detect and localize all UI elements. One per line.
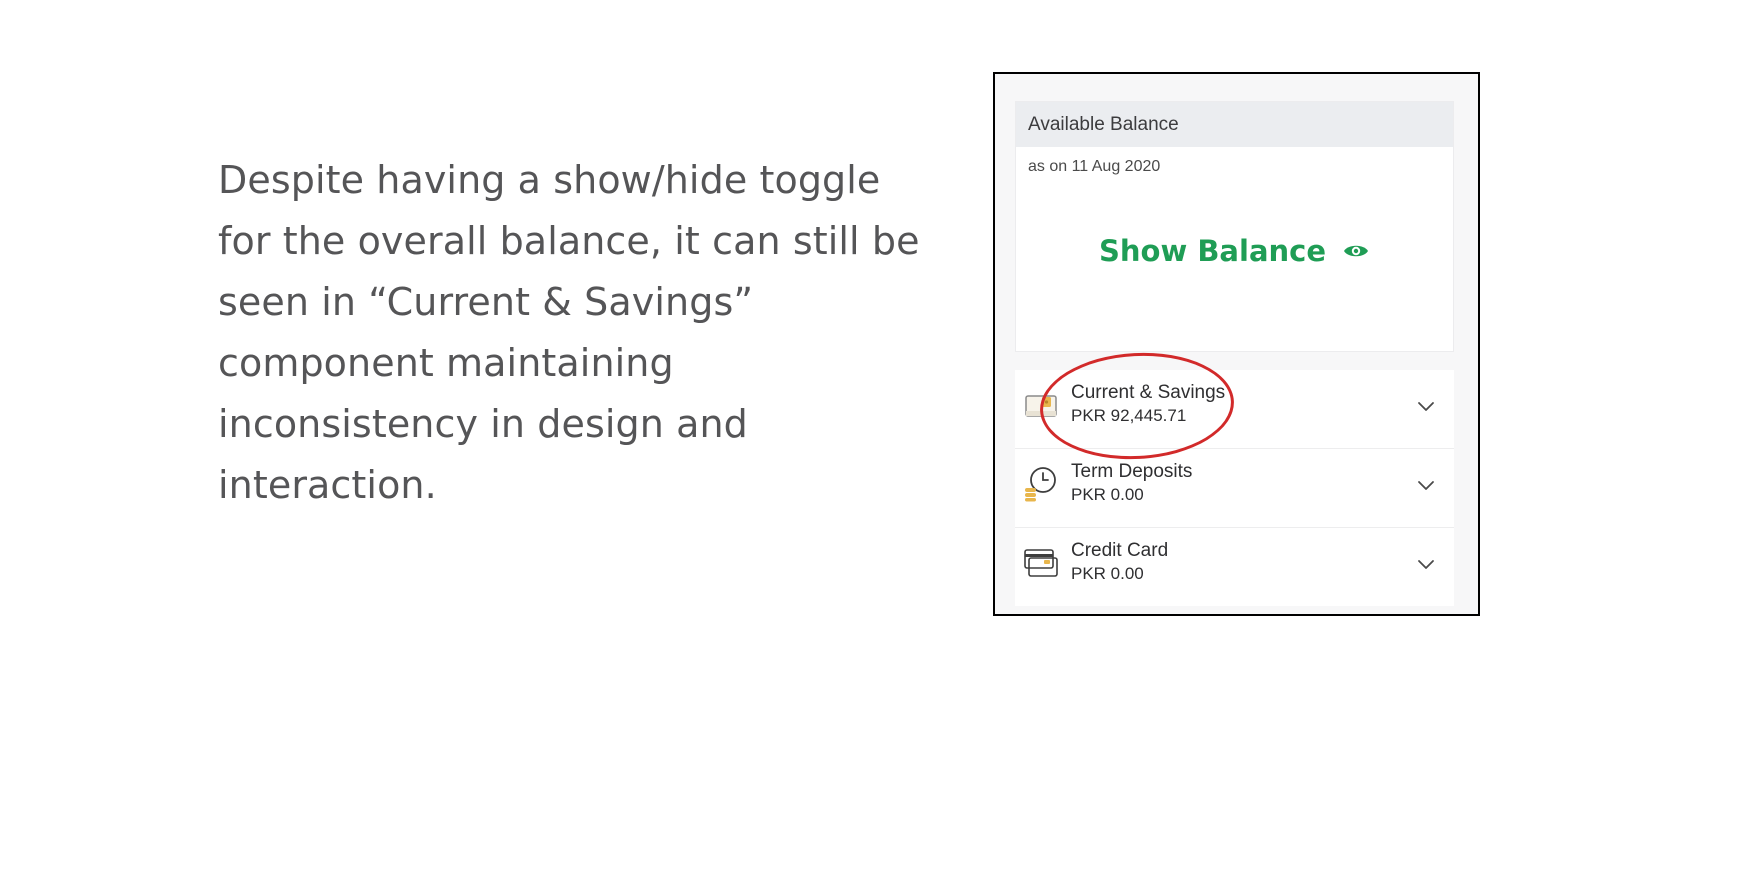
explanation-line: seen in “Current & Savings” — [218, 280, 754, 324]
show-balance-button[interactable]: Show Balance — [1016, 234, 1453, 268]
explanation-line: for the overall balance, it can still be — [218, 219, 920, 263]
account-list: Current & Savings PKR 92,445.71 Term Dep… — [1015, 370, 1454, 606]
explanation-line: interaction. — [218, 463, 437, 507]
account-amount: PKR 0.00 — [1071, 485, 1144, 504]
explanation-line: inconsistency in design and — [218, 402, 748, 446]
credit-card-icon — [1023, 545, 1059, 581]
available-balance-card: Available Balance as on 11 Aug 2020 Show… — [1015, 101, 1454, 352]
clock-coins-icon — [1023, 466, 1059, 502]
account-name: Current & Savings — [1071, 382, 1226, 403]
account-name: Credit Card — [1071, 540, 1169, 561]
app-screenshot-frame: Available Balance as on 11 Aug 2020 Show… — [993, 72, 1480, 616]
account-name: Term Deposits — [1071, 461, 1193, 482]
explanation-line: Despite having a show/hide toggle — [218, 158, 881, 202]
explanation-line: component maintaining — [218, 341, 674, 385]
chevron-down-icon[interactable] — [1416, 477, 1436, 491]
card-title: Available Balance — [1028, 113, 1179, 135]
card-header: Available Balance — [1016, 102, 1453, 147]
chevron-down-icon[interactable] — [1416, 398, 1436, 412]
account-row-credit-card[interactable]: Credit Card PKR 0.00 — [1015, 528, 1454, 606]
wallet-icon — [1023, 387, 1059, 423]
explanation-text: Despite having a show/hide toggle for th… — [218, 150, 978, 516]
account-amount: PKR 0.00 — [1071, 564, 1144, 583]
account-row-current-savings[interactable]: Current & Savings PKR 92,445.71 — [1015, 370, 1454, 449]
show-balance-label: Show Balance — [1098, 234, 1327, 268]
eye-icon — [1342, 242, 1370, 260]
balance-date: as on 11 Aug 2020 — [1028, 158, 1161, 175]
account-row-term-deposits[interactable]: Term Deposits PKR 0.00 — [1015, 449, 1454, 528]
account-amount: PKR 92,445.71 — [1071, 406, 1187, 425]
chevron-down-icon[interactable] — [1416, 556, 1436, 570]
